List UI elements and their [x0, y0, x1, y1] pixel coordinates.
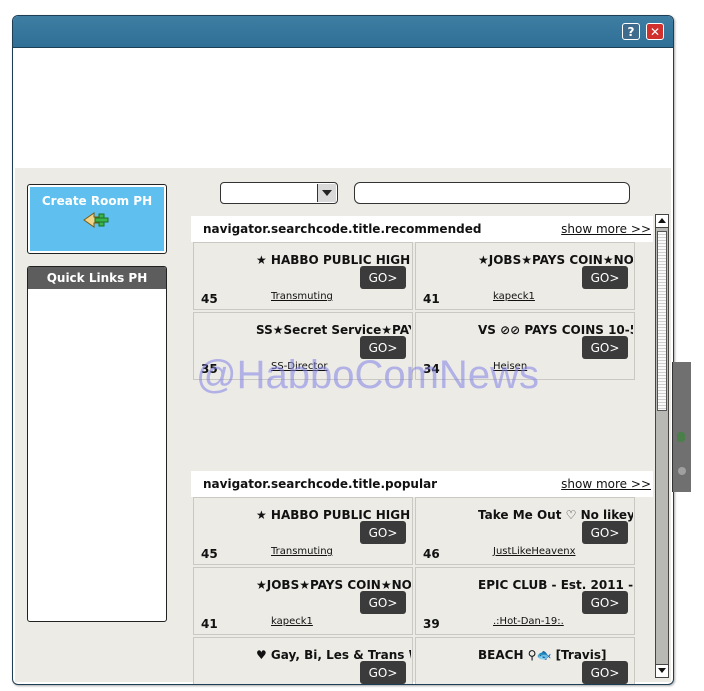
- banner-area: [15, 48, 671, 168]
- navigator-body: Create Room PH Quick Links PH navigator.…: [15, 168, 671, 684]
- room-card[interactable]: EPIC CLUB - Est. 2011 - The 39 .:Hot-Dan…: [415, 567, 635, 635]
- room-user-count: 45: [201, 292, 218, 306]
- room-card[interactable]: ★JOBS★PAYS COIN★NOF 41 kapeck1 GO>: [415, 242, 635, 310]
- room-name: ★ HABBO PUBLIC HIGH SC: [256, 253, 411, 267]
- go-button[interactable]: GO>: [360, 521, 406, 544]
- room-name: SS★Secret Service★PAYS: [256, 323, 411, 337]
- background-decoration: [678, 467, 686, 475]
- popular-header: navigator.searchcode.title.popular show …: [191, 471, 653, 497]
- create-room-label: Create Room PH: [41, 194, 153, 208]
- go-button[interactable]: GO>: [360, 591, 406, 614]
- close-button[interactable]: ✕: [646, 23, 664, 40]
- go-button[interactable]: GO>: [582, 521, 628, 544]
- room-name: VS ⊘⊘ PAYS COINS 10-50: [478, 323, 633, 337]
- room-owner-link[interactable]: kapeck1: [493, 291, 535, 302]
- go-button[interactable]: GO>: [582, 336, 628, 359]
- room-name: ★JOBS★PAYS COIN★NOF: [256, 578, 411, 592]
- popular-show-more-link[interactable]: show more >>: [561, 477, 651, 491]
- background-window-edge: [672, 362, 691, 492]
- recommended-header: navigator.searchcode.title.recommended s…: [191, 216, 653, 242]
- results-scrollbar[interactable]: [655, 214, 669, 678]
- room-card[interactable]: ★JOBS★PAYS COIN★NOF 41 kapeck1 GO>: [193, 567, 413, 635]
- go-button[interactable]: GO>: [582, 266, 628, 289]
- room-owner-link[interactable]: Heisen: [493, 361, 527, 372]
- navigator-window: ? ✕ Create Room PH Quick Links PH naviga…: [12, 15, 674, 685]
- room-name: ♥ Gay, Bi, Les & Trans Wonc: [256, 648, 411, 662]
- room-card[interactable]: ♥ Gay, Bi, Les & Trans Wonc GO>: [193, 637, 413, 684]
- room-card[interactable]: Take Me Out ♡ No likey, no 46 JustLikeHe…: [415, 497, 635, 565]
- scrollbar-thumb[interactable]: [657, 231, 667, 411]
- room-owner-link[interactable]: .:Hot-Dan-19:.: [493, 616, 564, 627]
- room-owner-link[interactable]: SS-Director: [271, 361, 327, 372]
- room-card[interactable]: VS ⊘⊘ PAYS COINS 10-50 34 Heisen GO>: [415, 312, 635, 380]
- room-name: EPIC CLUB - Est. 2011 - The: [478, 578, 633, 592]
- go-button[interactable]: GO>: [360, 266, 406, 289]
- popular-title: navigator.searchcode.title.popular: [203, 477, 438, 491]
- background-decoration: [677, 432, 685, 442]
- room-owner-link[interactable]: Transmuting: [271, 291, 333, 302]
- add-room-arrow-icon: [83, 212, 109, 228]
- room-name: ★JOBS★PAYS COIN★NOF: [478, 253, 633, 267]
- room-card[interactable]: BEACH ⚲🐟 [Travis] GO>: [415, 637, 635, 684]
- create-room-button[interactable]: Create Room PH: [27, 184, 167, 254]
- go-button[interactable]: GO>: [360, 661, 406, 684]
- room-user-count: 46: [423, 547, 440, 561]
- help-button[interactable]: ?: [622, 23, 640, 40]
- room-name: BEACH ⚲🐟 [Travis]: [478, 648, 607, 662]
- scroll-up-arrow-icon[interactable]: [656, 215, 668, 228]
- title-bar[interactable]: ? ✕: [13, 16, 673, 48]
- go-button[interactable]: GO>: [582, 661, 628, 684]
- quick-links-title: Quick Links PH: [28, 267, 166, 289]
- room-user-count: 41: [423, 292, 440, 306]
- chevron-down-icon[interactable]: [317, 184, 336, 202]
- go-button[interactable]: GO>: [360, 336, 406, 359]
- recommended-title: navigator.searchcode.title.recommended: [203, 222, 482, 236]
- scroll-down-arrow-icon[interactable]: [656, 664, 668, 677]
- quick-links-panel: Quick Links PH: [27, 266, 167, 622]
- go-button[interactable]: GO>: [582, 591, 628, 614]
- room-owner-link[interactable]: kapeck1: [271, 616, 313, 627]
- room-card[interactable]: ★ HABBO PUBLIC HIGH SC 45 Transmuting GO…: [193, 497, 413, 565]
- room-owner-link[interactable]: JustLikeHeavenx: [493, 546, 575, 557]
- room-user-count: 34: [423, 362, 440, 376]
- search-input[interactable]: [354, 182, 630, 204]
- recommended-show-more-link[interactable]: show more >>: [561, 222, 651, 236]
- room-name: Take Me Out ♡ No likey, no: [478, 508, 633, 522]
- room-user-count: 45: [201, 547, 218, 561]
- search-filter-dropdown[interactable]: [220, 182, 338, 204]
- room-card[interactable]: ★ HABBO PUBLIC HIGH SC 45 Transmuting GO…: [193, 242, 413, 310]
- room-card[interactable]: SS★Secret Service★PAYS 35 SS-Director GO…: [193, 312, 413, 380]
- room-user-count: 39: [423, 617, 440, 631]
- room-user-count: 35: [201, 362, 218, 376]
- room-owner-link[interactable]: Transmuting: [271, 546, 333, 557]
- room-user-count: 41: [201, 617, 218, 631]
- room-name: ★ HABBO PUBLIC HIGH SC: [256, 508, 411, 522]
